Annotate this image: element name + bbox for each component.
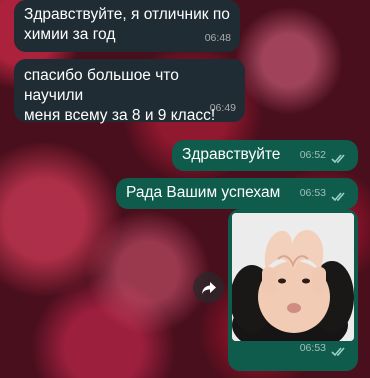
double-check-icon [331, 347, 345, 357]
message-time: 06:53 [299, 187, 326, 199]
outgoing-message[interactable]: Здравствуйте 06:52 [172, 140, 358, 171]
message-text-line: химии за год [24, 26, 116, 43]
message-time: 06:49 [209, 102, 236, 114]
message-text-line: меня всему за 8 и 9 класс! [24, 107, 216, 124]
message-text-line: Здравствуйте, я отличник по [24, 6, 230, 23]
child-heart-hands-sticker[interactable] [232, 213, 354, 341]
outgoing-message[interactable]: Рада Вашим успехам 06:53 [116, 178, 358, 209]
message-text-line: спасибо большое что научили [24, 67, 179, 104]
incoming-message[interactable]: спасибо большое что научили меня всему з… [14, 59, 245, 124]
double-check-icon [331, 154, 345, 164]
forward-button[interactable] [193, 272, 224, 303]
sticker-image [232, 213, 354, 341]
message-time: 06:53 [299, 342, 326, 354]
incoming-message[interactable]: Здравствуйте, я отличник по химии за год… [14, 0, 240, 52]
forward-arrow-icon [201, 281, 216, 294]
sticker-message[interactable]: 06:53 [228, 209, 358, 371]
message-time: 06:48 [204, 32, 231, 44]
message-time: 06:52 [299, 149, 326, 161]
double-check-icon [331, 192, 345, 202]
